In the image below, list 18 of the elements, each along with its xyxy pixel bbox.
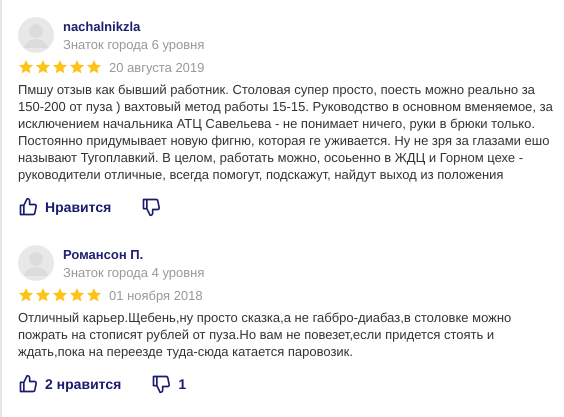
thumbs-down-icon xyxy=(151,374,172,394)
thumbs-up-icon xyxy=(18,197,38,217)
review-text: Отличный карьер.Щебень,ну просто сказка,а не габбро-диабаз,в столовке можно пожрать на стописят рублей от пуза.Но вам не повезет,если придется стоять и ждать,пока на переезде туда-сюда катается паровозик. xyxy=(18,309,512,360)
author-level: Знаток города 6 уровня xyxy=(63,37,204,52)
review-date: 20 августа 2019 xyxy=(109,60,204,74)
dislike-button[interactable] xyxy=(141,197,162,217)
review-text: Пмшу отзыв как бывший работник. Столовая супер просто, поесть можно реально за 150-200 от пуза ) вахтовый метод работы 15-15. Руководство в основном вменяемое, за исключением начальника АТЦ Савельева - не понимает ничего, руки в брюки только. Постоянно придумывает новую фигню, которая ге уживается. Ну не зря за глазами ешо называют Тугоплавкий. В целом, работать можно, осоьенно в ЖДЦ и Горном цехе - руководители отличные, всегда помогут, подскажут, найдут выход из положения xyxy=(18,81,554,183)
avatar-icon xyxy=(18,245,54,281)
author-name: nachalnikzla xyxy=(63,19,142,34)
author-level: Знаток города 4 уровня xyxy=(63,265,204,280)
author-name: Романсон П. xyxy=(63,247,144,262)
review-date: 01 ноября 2018 xyxy=(109,288,203,302)
thumbs-up-icon xyxy=(18,374,38,394)
like-button[interactable]: Нравится xyxy=(18,197,112,217)
dislike-button[interactable]: 1 xyxy=(151,374,186,394)
avatar-icon xyxy=(18,17,54,53)
thumbs-down-icon xyxy=(141,197,162,217)
like-button[interactable]: 2 нравится xyxy=(18,374,122,394)
